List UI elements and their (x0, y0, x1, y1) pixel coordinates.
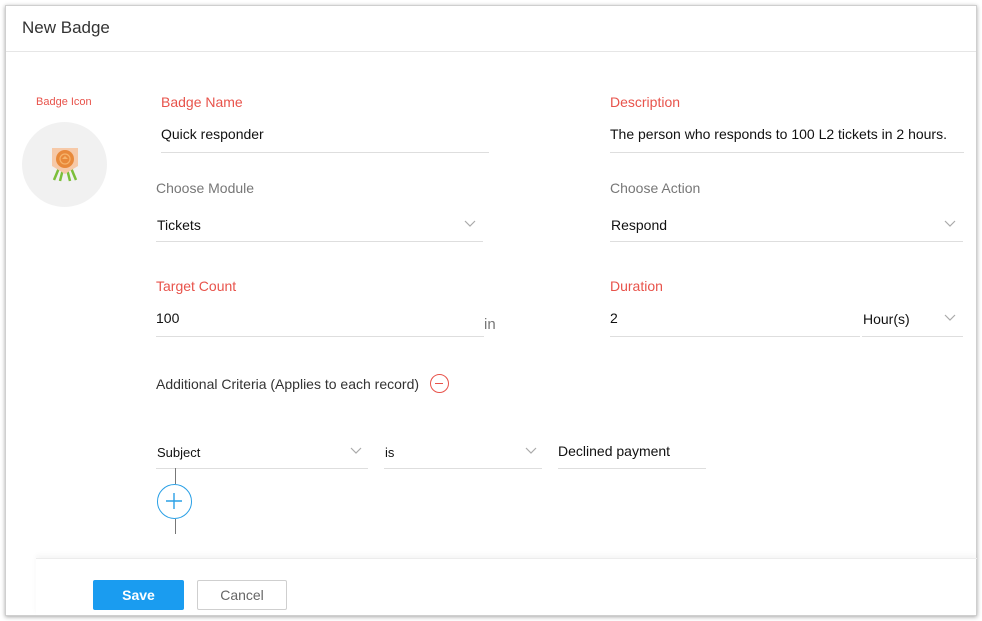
target-count-label: Target Count (156, 278, 237, 294)
module-label: Choose Module (156, 180, 255, 196)
chevron-down-icon (944, 314, 956, 322)
criteria-field-select[interactable]: Subject (156, 434, 368, 470)
in-text: in (484, 316, 496, 333)
badge-icon-label: Badge Icon (36, 96, 92, 108)
badge-name-underline (161, 152, 489, 153)
action-underline (610, 241, 963, 242)
target-count-input[interactable]: 100 (156, 310, 179, 326)
duration-input[interactable]: 2 (610, 310, 618, 326)
action-label: Choose Action (610, 180, 701, 196)
badge-icon-picker[interactable] (22, 122, 107, 207)
module-select[interactable]: Tickets (156, 206, 483, 242)
connector-line-top (175, 468, 176, 484)
criteria-field-underline (156, 468, 368, 469)
target-count-underline (156, 336, 484, 337)
duration-label: Duration (610, 278, 663, 294)
badge-name-label: Badge Name (161, 94, 243, 110)
criteria-operator-value: is (385, 445, 395, 460)
remove-criteria-icon[interactable] (430, 374, 449, 393)
description-label: Description (610, 94, 681, 110)
medal-icon (52, 148, 78, 182)
additional-criteria-label: Additional Criteria (Applies to each rec… (156, 376, 420, 392)
duration-unit-select[interactable]: Hour(s) (862, 300, 963, 336)
duration-underline (610, 336, 860, 337)
module-select-value: Tickets (157, 217, 201, 233)
add-criteria-icon[interactable] (157, 484, 192, 519)
chevron-down-icon (464, 220, 476, 228)
action-select[interactable]: Respond (610, 206, 963, 242)
cancel-button[interactable]: Cancel (197, 580, 287, 610)
description-underline (610, 152, 964, 153)
duration-unit-underline (862, 336, 963, 337)
chevron-down-icon (525, 447, 537, 455)
duration-unit-value: Hour(s) (863, 311, 910, 327)
criteria-operator-select[interactable]: is (384, 434, 542, 470)
chevron-down-icon (350, 447, 362, 455)
criteria-value-input[interactable]: Declined payment (558, 443, 670, 459)
criteria-field-value: Subject (157, 445, 201, 460)
badge-name-input[interactable]: Quick responder (161, 126, 264, 142)
module-underline (156, 241, 483, 242)
dialog-title: New Badge (22, 18, 110, 37)
connector-line-bottom (175, 519, 176, 534)
new-badge-dialog: New Badge Badge Icon Badge Name Quick re… (5, 5, 977, 616)
criteria-value-underline (558, 468, 706, 469)
description-input[interactable]: The person who responds to 100 L2 ticket… (610, 126, 947, 142)
action-select-value: Respond (611, 217, 668, 233)
criteria-operator-underline (384, 468, 542, 469)
save-button[interactable]: Save (93, 580, 184, 610)
dialog-header: New Badge (6, 6, 976, 52)
chevron-down-icon (944, 220, 956, 228)
